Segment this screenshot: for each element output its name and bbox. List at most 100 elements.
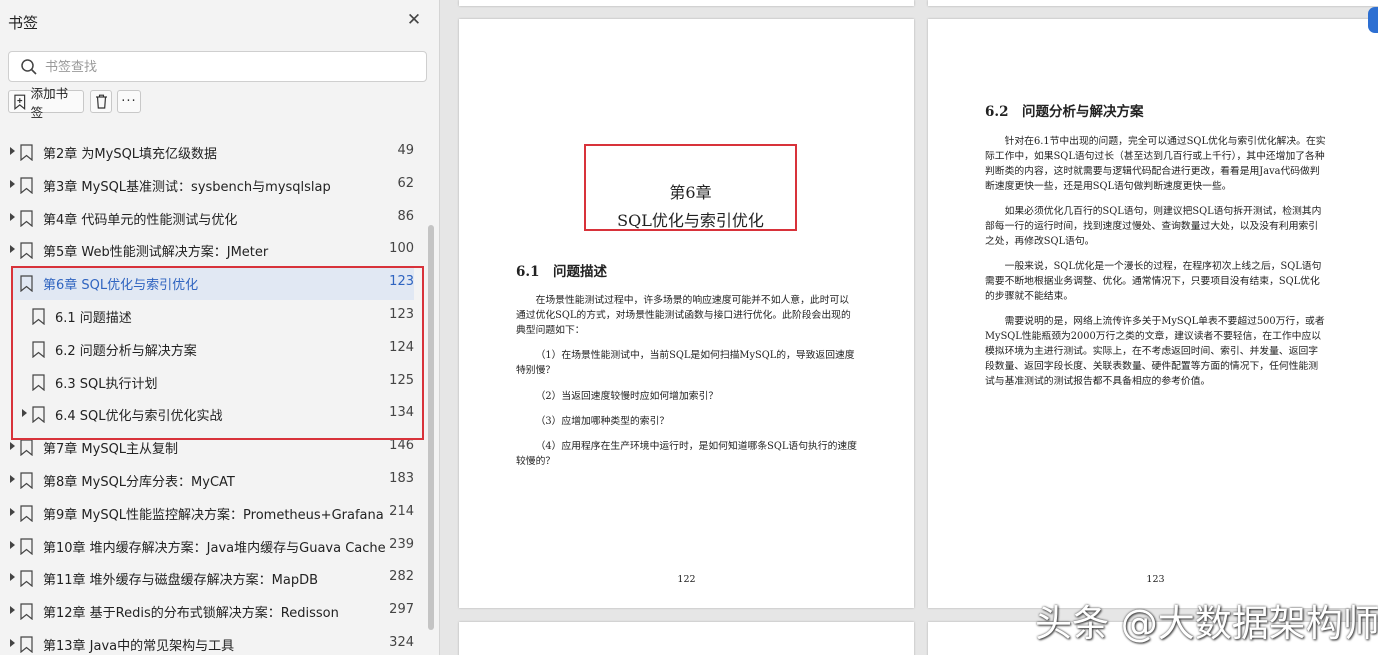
bookmark-item[interactable]: 第2章 为MySQL填充亿级数据 49 — [0, 136, 414, 169]
bookmark-page-number: 146 — [389, 438, 414, 454]
bookmark-item[interactable]: 第5章 Web性能测试解决方案：JMeter 100 — [0, 234, 414, 267]
bookmark-page-number: 100 — [389, 241, 414, 257]
bookmark-label: 第3章 MySQL基准测试：sysbench与mysqlslap — [43, 179, 331, 195]
expand-arrow-icon[interactable] — [10, 442, 15, 451]
bookmark-icon — [20, 570, 33, 588]
expand-arrow-icon[interactable] — [10, 573, 15, 582]
bookmark-icon — [20, 439, 33, 457]
sidebar-scrollbar[interactable] — [428, 225, 434, 630]
paragraph: （3）应增加哪种类型的索引？ — [535, 416, 670, 427]
delete-bookmark-button[interactable] — [90, 90, 112, 113]
bookmark-icon — [20, 537, 33, 555]
bookmark-icon — [32, 406, 45, 424]
bookmark-page-number: 49 — [397, 143, 414, 158]
bookmark-item[interactable]: 第11章 堆外缓存与磁盘缓存解决方案：MapDB 282 — [0, 562, 414, 595]
paragraph: 针对在6.1节中出现的问题，完全可以通过SQL优化与索引优化解决。在实际工作中，… — [985, 136, 1326, 192]
bookmark-label: 第10章 堆内缓存解决方案：Java堆内缓存与Guava Cache — [43, 540, 386, 556]
panel-title: 书签 — [8, 14, 39, 32]
expand-arrow-icon[interactable] — [10, 245, 15, 254]
add-bookmark-icon — [14, 94, 26, 110]
bookmark-icon — [32, 308, 45, 326]
bookmark-page-number: 124 — [389, 339, 414, 355]
bookmark-page-number: 239 — [389, 536, 414, 552]
bookmark-item[interactable]: 第9章 MySQL性能监控解决方案：Prometheus+Grafana 214 — [0, 497, 414, 530]
expand-arrow-icon[interactable] — [10, 179, 15, 188]
bookmark-label: 6.1 问题描述 — [55, 311, 132, 326]
section-heading: 6.2 问题分析与解决方案 — [985, 104, 1144, 120]
bookmark-item[interactable]: 第12章 基于Redis的分布式锁解决方案：Redisson 297 — [0, 595, 414, 628]
bookmark-page-number: 123 — [389, 274, 414, 290]
bookmark-page-number: 86 — [397, 208, 414, 224]
paragraph: （4）应用程序在生产环境中运行时，是如何知道哪条SQL语句执行的速度较慢的？ — [516, 441, 857, 467]
bookmark-icon — [20, 275, 33, 293]
bookmark-subitem[interactable]: 6.2 问题分析与解决方案 124 — [0, 333, 414, 366]
bookmark-subitem[interactable]: 6.4 SQL优化与索引优化实战 134 — [0, 398, 414, 431]
paragraph: 需要说明的是，网络上流传许多关于MySQL单表不要超过500万行，或者MySQL… — [985, 316, 1325, 387]
paragraph: 如果必须优化几百行的SQL语句，则建议把SQL语句拆开测试，检测其内部每一行的运… — [985, 206, 1322, 247]
chapter-number: 第6章 — [669, 183, 712, 202]
page-number: 123 — [1146, 574, 1165, 585]
bookmark-icon — [20, 472, 33, 490]
bookmark-label: 6.2 问题分析与解决方案 — [55, 343, 197, 359]
bookmark-label: 第12章 基于Redis的分布式锁解决方案：Redisson — [43, 606, 339, 622]
floating-tool-tab[interactable] — [1368, 7, 1378, 33]
chapter-title-box: 第6章 SQL优化与索引优化 — [584, 144, 797, 231]
bookmark-page-number: 214 — [389, 503, 414, 519]
bookmark-item[interactable]: 第8章 MySQL分库分表：MyCAT 183 — [0, 464, 414, 497]
bookmark-item[interactable]: 第6章 SQL优化与索引优化 123 — [11, 267, 414, 301]
trash-icon — [95, 94, 107, 109]
search-input[interactable] — [45, 56, 415, 78]
bookmark-label: 第2章 为MySQL填充亿级数据 — [43, 147, 218, 162]
expand-arrow-icon[interactable] — [10, 507, 15, 516]
bookmarks-panel: 书签 ✕ 添加书签 ··· 第2章 为MySQL填充亿级数据 49 第3章 MySQ… — [0, 0, 440, 655]
document-page-122: 第6章 SQL优化与索引优化 6.1 问题描述 在场景性能测试过程中，许多场景的… — [459, 19, 914, 608]
prev-page-left — [459, 0, 914, 6]
expand-arrow-icon[interactable] — [22, 409, 27, 418]
more-options-button[interactable]: ··· — [117, 90, 141, 113]
bookmark-label: 第5章 Web性能测试解决方案：JMeter — [43, 245, 269, 261]
bookmark-item[interactable]: 第10章 堆内缓存解决方案：Java堆内缓存与Guava Cache 239 — [0, 530, 414, 563]
bookmark-icon — [20, 177, 33, 195]
bookmark-subitem[interactable]: 6.1 问题描述 123 — [0, 300, 414, 333]
search-box[interactable] — [8, 51, 427, 82]
bookmark-label: 第13章 Java中的常见架构与工具 — [43, 639, 235, 654]
bookmark-icon — [20, 636, 33, 654]
paragraph: 在场景性能测试过程中，许多场景的响应速度可能并不如人意，此时可以通过优化SQL的… — [516, 295, 851, 336]
bookmark-icon — [20, 209, 33, 227]
add-bookmark-label: 添加书签 — [30, 85, 69, 120]
bookmark-label: 6.3 SQL执行计划 — [55, 376, 158, 392]
bookmark-page-number: 297 — [389, 602, 414, 618]
close-icon[interactable]: ✕ — [405, 11, 423, 29]
expand-arrow-icon[interactable] — [10, 639, 15, 647]
page-number: 122 — [677, 574, 696, 585]
bookmark-icon — [20, 242, 33, 260]
bookmark-icon — [20, 505, 33, 523]
expand-arrow-icon[interactable] — [10, 147, 15, 155]
expand-arrow-icon[interactable] — [10, 475, 15, 483]
bookmark-label: 第9章 MySQL性能监控解决方案：Prometheus+Grafana — [43, 507, 384, 523]
prev-page-right — [928, 0, 1378, 6]
expand-arrow-icon[interactable] — [10, 212, 15, 221]
bookmark-icon — [20, 144, 33, 162]
expand-arrow-icon[interactable] — [10, 606, 15, 615]
section-heading: 6.1 问题描述 — [516, 264, 607, 280]
bookmark-icon — [32, 373, 45, 391]
expand-arrow-icon[interactable] — [10, 540, 15, 549]
bookmark-label: 第11章 堆外缓存与磁盘缓存解决方案：MapDB — [43, 573, 319, 589]
search-icon — [21, 59, 37, 75]
bookmark-item[interactable]: 第4章 代码单元的性能测试与优化 86 — [0, 202, 414, 235]
bookmark-page-number: 324 — [389, 635, 414, 650]
add-bookmark-button[interactable]: 添加书签 — [8, 86, 84, 120]
paragraph: （1）在场景性能测试中，当前SQL是如何扫描MySQL的，导致返回速度特别慢？ — [516, 350, 855, 376]
bookmark-item[interactable]: 第7章 MySQL主从复制 146 — [0, 431, 414, 464]
bookmark-subitem[interactable]: 6.3 SQL执行计划 125 — [0, 366, 414, 399]
next-page-left — [459, 622, 914, 655]
bookmark-page-number: 134 — [389, 405, 414, 421]
bookmark-page-number: 125 — [389, 372, 414, 388]
bookmark-page-number: 62 — [397, 175, 414, 191]
bookmark-item[interactable]: 第13章 Java中的常见架构与工具 324 — [0, 628, 414, 655]
bookmark-item[interactable]: 第3章 MySQL基准测试：sysbench与mysqlslap 62 — [0, 169, 414, 202]
bookmark-icon — [20, 603, 33, 621]
bookmark-page-number: 282 — [389, 569, 414, 585]
paragraph: 一般来说，SQL优化是一个漫长的过程，在程序初次上线之后，SQL语句需要不断地根… — [985, 261, 1322, 302]
